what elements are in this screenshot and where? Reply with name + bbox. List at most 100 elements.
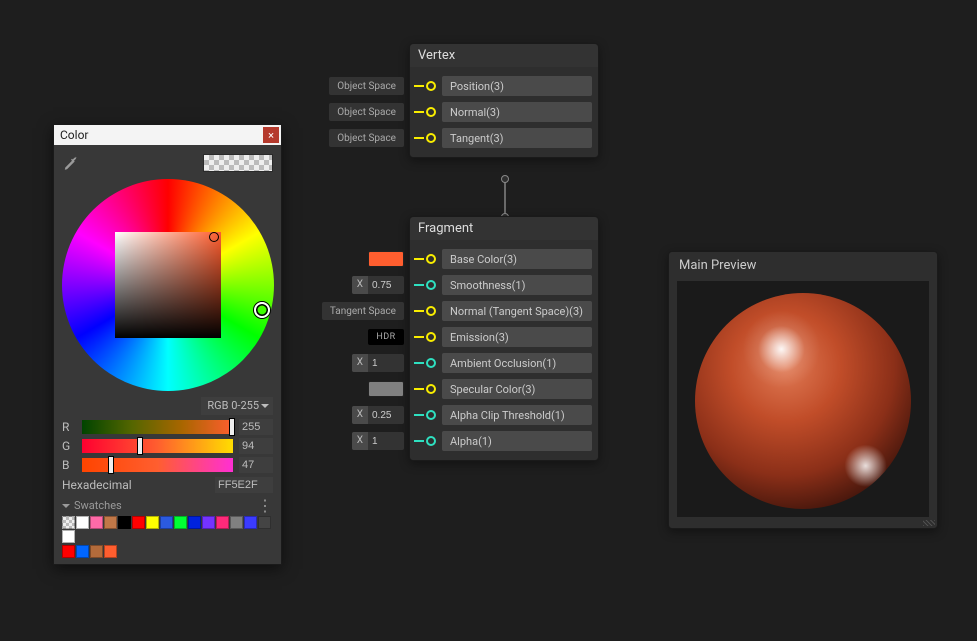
swatch[interactable] (62, 530, 75, 543)
node-input-row: Object SpacePosition(3) (410, 75, 598, 97)
float-field[interactable]: X (352, 276, 404, 294)
swatch[interactable] (104, 516, 117, 529)
node-input-row: HDREmission(3) (410, 326, 598, 348)
float-input[interactable] (368, 354, 404, 372)
color-mode-dropdown[interactable]: RGB 0-255 (201, 397, 273, 415)
swatches-menu-icon[interactable]: ⋮ (257, 502, 273, 510)
float-label: X (352, 354, 368, 372)
eyedropper-icon[interactable] (62, 154, 80, 172)
preview-viewport[interactable] (677, 281, 929, 517)
current-color-swatch[interactable] (203, 154, 273, 172)
input-port[interactable] (426, 306, 436, 316)
preview-title[interactable]: Main Preview (669, 252, 937, 279)
channel-row-g: G (62, 438, 273, 454)
float-field[interactable]: X (352, 406, 404, 424)
node-input-row: XSmoothness(1) (410, 274, 598, 296)
space-pill[interactable]: Tangent Space (322, 302, 404, 320)
swatch[interactable] (76, 516, 89, 529)
swatch[interactable] (188, 516, 201, 529)
float-field[interactable]: X (352, 354, 404, 372)
fragment-node[interactable]: Fragment Base Color(3)XSmoothness(1)Tang… (409, 216, 599, 461)
float-field[interactable]: X (352, 432, 404, 450)
port-wire (412, 131, 426, 145)
vertex-node[interactable]: Vertex Object SpacePosition(3)Object Spa… (409, 43, 599, 158)
b-input[interactable] (239, 457, 273, 473)
input-port[interactable] (426, 410, 436, 420)
hex-label: Hexadecimal (62, 478, 132, 492)
color-swatch[interactable] (368, 251, 404, 267)
color-swatch[interactable] (368, 381, 404, 397)
swatch[interactable] (244, 516, 257, 529)
input-label: Smoothness(1) (442, 275, 592, 295)
swatch[interactable] (90, 545, 103, 558)
swatch[interactable] (76, 545, 89, 558)
swatch[interactable] (258, 516, 271, 529)
g-input[interactable] (239, 438, 273, 454)
input-port[interactable] (426, 280, 436, 290)
hdr-swatch[interactable]: HDR (368, 329, 404, 345)
sv-cursor[interactable] (209, 232, 219, 242)
swatch[interactable] (216, 516, 229, 529)
port-wire (412, 252, 426, 266)
swatch[interactable] (160, 516, 173, 529)
space-pill[interactable]: Object Space (329, 129, 404, 147)
input-external (368, 251, 404, 267)
input-port[interactable] (426, 384, 436, 394)
r-slider[interactable] (82, 420, 233, 434)
swatch[interactable] (174, 516, 187, 529)
preview-sphere (685, 281, 921, 517)
input-label: Normal (Tangent Space)(3) (442, 301, 592, 321)
input-port[interactable] (426, 358, 436, 368)
float-input[interactable] (368, 432, 404, 450)
swatch[interactable] (104, 545, 117, 558)
float-input[interactable] (368, 276, 404, 294)
swatch[interactable] (62, 516, 75, 529)
fragment-title[interactable]: Fragment (410, 217, 598, 240)
input-port[interactable] (426, 133, 436, 143)
float-input[interactable] (368, 406, 404, 424)
resize-grip-icon[interactable] (923, 520, 935, 526)
input-external: Tangent Space (322, 302, 404, 320)
input-external: X (352, 276, 404, 294)
input-port[interactable] (426, 107, 436, 117)
g-slider[interactable] (82, 439, 233, 453)
input-port[interactable] (426, 254, 436, 264)
close-icon[interactable]: × (263, 127, 279, 143)
input-external: X (352, 354, 404, 372)
space-pill[interactable]: Object Space (329, 77, 404, 95)
input-label: Tangent(3) (442, 128, 592, 148)
swatches-toggle[interactable]: Swatches (62, 499, 122, 512)
connector-port-top[interactable] (501, 175, 509, 183)
float-label: X (352, 276, 368, 294)
main-preview-panel[interactable]: Main Preview (668, 251, 938, 529)
hex-input[interactable] (215, 477, 273, 493)
input-label: Alpha Clip Threshold(1) (442, 405, 592, 425)
r-input[interactable] (239, 419, 273, 435)
port-wire (412, 382, 426, 396)
input-port[interactable] (426, 81, 436, 91)
swatch[interactable] (62, 545, 75, 558)
node-input-row: XAlpha Clip Threshold(1) (410, 404, 598, 426)
port-wire (412, 79, 426, 93)
space-pill[interactable]: Object Space (329, 103, 404, 121)
g-label: G (62, 439, 76, 453)
swatch[interactable] (132, 516, 145, 529)
input-port[interactable] (426, 332, 436, 342)
color-picker-titlebar[interactable]: Color × (54, 125, 281, 145)
saturation-value-box[interactable] (115, 232, 221, 338)
swatch[interactable] (146, 516, 159, 529)
input-label: Specular Color(3) (442, 379, 592, 399)
swatch[interactable] (202, 516, 215, 529)
input-port[interactable] (426, 436, 436, 446)
float-label: X (352, 406, 368, 424)
color-picker-title: Color (60, 128, 88, 142)
color-wheel[interactable] (62, 179, 274, 391)
float-label: X (352, 432, 368, 450)
b-slider[interactable] (82, 458, 233, 472)
swatch[interactable] (118, 516, 131, 529)
swatch[interactable] (230, 516, 243, 529)
swatch[interactable] (90, 516, 103, 529)
hue-cursor[interactable] (254, 302, 270, 318)
node-input-row: Base Color(3) (410, 248, 598, 270)
vertex-title[interactable]: Vertex (410, 44, 598, 67)
